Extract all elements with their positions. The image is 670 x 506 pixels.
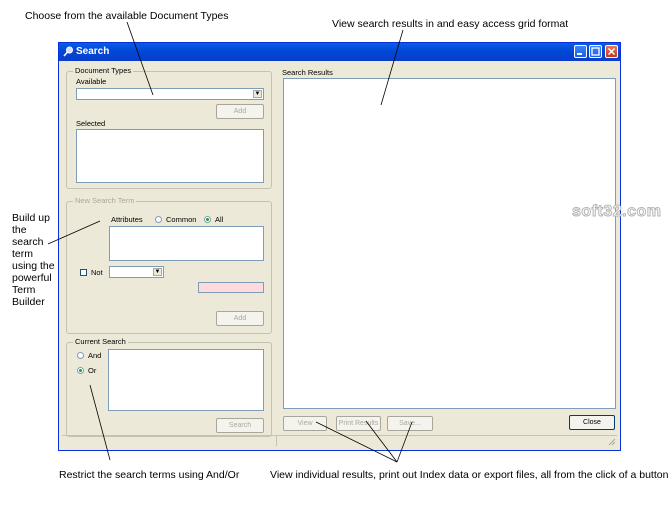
chevron-down-icon[interactable]: ▼ <box>253 90 262 98</box>
operator-combo[interactable]: ▼ <box>109 266 164 278</box>
print-results-button[interactable]: Print Results <box>336 416 381 431</box>
or-label: Or <box>88 366 97 375</box>
search-results-grid[interactable] <box>283 78 616 409</box>
common-radio[interactable] <box>155 216 162 223</box>
search-results-label: Search Results <box>282 68 333 77</box>
document-types-legend: Document Types <box>73 66 134 75</box>
available-label: Available <box>76 77 107 86</box>
resize-grip-icon[interactable] <box>608 438 616 446</box>
annotation-restrict: Restrict the search terms using And/Or <box>59 469 240 481</box>
and-radio[interactable] <box>77 352 84 359</box>
available-combo[interactable]: ▼ <box>76 88 264 100</box>
attributes-label: Attributes <box>111 215 143 224</box>
title-bar[interactable]: Search <box>59 43 620 61</box>
close-icon[interactable] <box>605 45 618 58</box>
search-window: Search Document Types Available ▼ Add Se… <box>58 42 621 451</box>
close-button[interactable]: Close <box>569 415 615 430</box>
document-types-group: Document Types Available ▼ Add Selected <box>66 66 272 189</box>
and-label: And <box>88 351 102 360</box>
annotation-document-types: Choose from the available Document Types <box>25 10 229 22</box>
common-label: Common <box>166 215 197 224</box>
status-bar-pane <box>62 436 277 446</box>
not-label: Not <box>91 268 103 277</box>
selected-list[interactable] <box>76 129 264 183</box>
chevron-down-icon[interactable]: ▼ <box>153 268 162 276</box>
current-search-legend: Current Search <box>73 337 128 346</box>
save-button[interactable]: Save... <box>387 416 433 431</box>
not-checkbox[interactable] <box>80 269 87 276</box>
search-icon <box>63 46 73 57</box>
status-bar <box>62 435 617 447</box>
add-document-type-button[interactable]: Add <box>216 104 264 119</box>
window-title: Search <box>76 46 110 57</box>
window-client: Document Types Available ▼ Add Selected … <box>62 62 617 447</box>
current-search-group: Current Search And Or Search <box>66 337 272 437</box>
current-search-list[interactable] <box>108 349 264 411</box>
value-field[interactable] <box>198 282 264 293</box>
add-term-button[interactable]: Add <box>216 311 264 326</box>
minimize-icon[interactable] <box>574 45 587 58</box>
search-button[interactable]: Search <box>216 418 264 433</box>
view-button[interactable]: View <box>283 416 327 431</box>
annotation-view-results: View individual results, print out Index… <box>270 469 669 481</box>
maximize-icon[interactable] <box>589 45 602 58</box>
annotation-search-results: View search results in and easy access g… <box>332 18 569 30</box>
all-radio[interactable] <box>204 216 211 223</box>
watermark: soft32.com <box>571 203 662 221</box>
new-search-term-group: New Search Term Attributes Common All No… <box>66 196 272 334</box>
new-search-term-legend: New Search Term <box>73 196 137 205</box>
or-radio[interactable] <box>77 367 84 374</box>
all-label: All <box>215 215 224 224</box>
attributes-list[interactable] <box>109 226 264 261</box>
selected-label: Selected <box>76 119 106 128</box>
